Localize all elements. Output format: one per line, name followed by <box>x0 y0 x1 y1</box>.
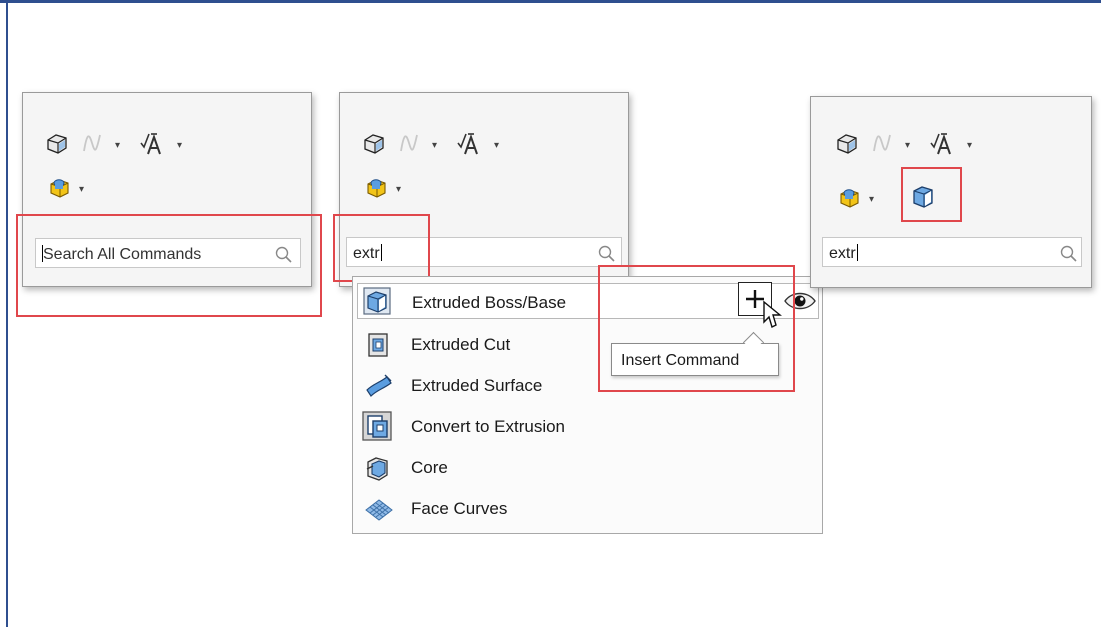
features-icon[interactable] <box>364 175 388 201</box>
search-icon[interactable] <box>1059 244 1077 262</box>
core-icon <box>366 457 388 481</box>
list-item-label: Extruded Surface <box>411 376 543 395</box>
curve-icon[interactable] <box>81 131 105 157</box>
features-icon[interactable] <box>47 175 71 201</box>
extruded-boss-icon <box>363 287 391 315</box>
highlight-box-typed-query <box>333 214 430 282</box>
part-icon[interactable] <box>45 131 69 157</box>
chevron-down-icon[interactable]: ▾ <box>396 185 401 195</box>
window-frame-top <box>0 0 1101 3</box>
chevron-down-icon[interactable]: ▾ <box>967 141 972 151</box>
search-value: extr <box>829 244 858 262</box>
list-item-face-curves[interactable]: Face Curves <box>357 490 819 526</box>
window-frame-left <box>6 0 8 627</box>
search-icon[interactable] <box>597 244 615 262</box>
extruded-cut-icon <box>368 333 388 357</box>
curve-icon[interactable] <box>398 131 422 157</box>
search-input[interactable]: extr <box>822 237 1082 267</box>
list-item-core[interactable]: Core <box>357 449 819 485</box>
highlight-box-added-command <box>901 167 962 222</box>
chevron-down-icon[interactable]: ▾ <box>79 185 84 195</box>
list-item-label: Extruded Boss/Base <box>412 293 567 312</box>
list-item-label: Extruded Cut <box>411 335 511 354</box>
features-icon[interactable] <box>837 185 861 211</box>
curve-icon[interactable] <box>871 131 895 157</box>
text-annotation-icon[interactable] <box>929 131 953 157</box>
part-icon[interactable] <box>835 131 859 157</box>
part-icon[interactable] <box>362 131 386 157</box>
chevron-down-icon[interactable]: ▾ <box>432 141 437 151</box>
face-curves-icon <box>365 499 393 521</box>
extruded-surface-icon <box>366 374 392 397</box>
chevron-down-icon[interactable]: ▾ <box>869 195 874 205</box>
text-annotation-icon[interactable] <box>456 131 480 157</box>
chevron-down-icon[interactable]: ▾ <box>905 141 910 151</box>
convert-extrusion-icon <box>362 411 392 441</box>
highlight-box-insert-command <box>598 265 795 392</box>
text-annotation-icon[interactable] <box>139 131 163 157</box>
list-item-label: Core <box>411 458 448 477</box>
list-item-convert-to-extrusion[interactable]: Convert to Extrusion <box>357 408 819 444</box>
highlight-box-search <box>16 214 322 317</box>
chevron-down-icon[interactable]: ▾ <box>494 141 499 151</box>
chevron-down-icon[interactable]: ▾ <box>177 141 182 151</box>
chevron-down-icon[interactable]: ▾ <box>115 141 120 151</box>
list-item-label: Convert to Extrusion <box>411 417 566 436</box>
list-item-label: Face Curves <box>411 499 508 518</box>
